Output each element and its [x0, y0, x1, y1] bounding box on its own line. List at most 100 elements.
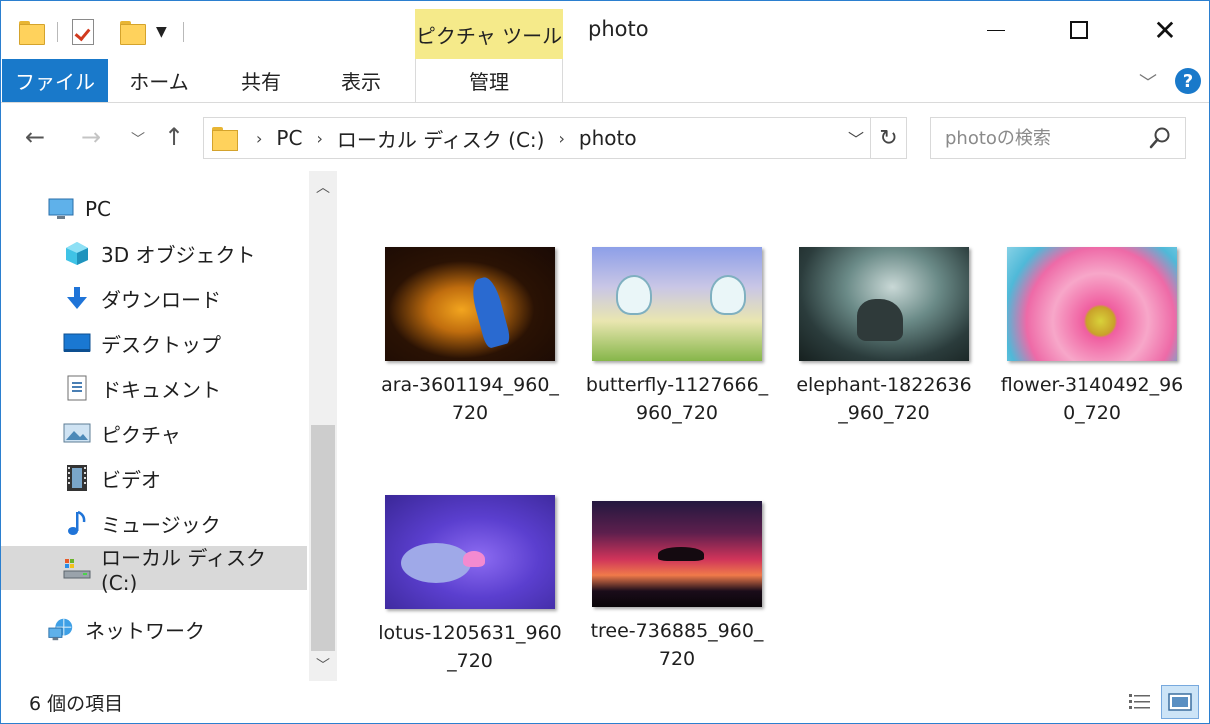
- breadcrumb-separator[interactable]: ›: [316, 129, 322, 148]
- sidebar-item-label: 3D オブジェクト: [101, 242, 256, 267]
- folder-icon: [19, 21, 45, 45]
- sidebar-item-label: ドキュメント: [101, 377, 221, 402]
- sidebar-item-label: PC: [85, 197, 112, 221]
- file-item[interactable]: ara-3601194_960_720: [370, 247, 570, 427]
- ribbon-tab-bar: ファイル ホーム 共有 表示 管理 ﹀ ?: [1, 59, 1209, 103]
- sidebar-item-label: ネットワーク: [85, 618, 205, 643]
- file-item[interactable]: flower-3140492_960_720: [992, 247, 1192, 427]
- parrot-thumbnail: [385, 247, 555, 361]
- toolbar-divider: [182, 22, 184, 42]
- minimize-button[interactable]: [966, 7, 1026, 53]
- sidebar-item-pc[interactable]: PC: [1, 187, 307, 231]
- file-item[interactable]: lotus-1205631_960_720: [370, 495, 570, 675]
- sidebar-item-label: デスクトップ: [101, 332, 221, 357]
- 3d-objects-icon: [63, 240, 91, 266]
- toolbar-divider: [57, 22, 58, 42]
- sidebar-item-pictures[interactable]: ピクチャ: [1, 411, 307, 455]
- sidebar-item-local-disk[interactable]: ローカル ディスク (C:): [1, 546, 307, 595]
- butterfly-thumbnail: [592, 247, 762, 361]
- search-box[interactable]: [930, 117, 1186, 159]
- title-bar: ▼ ピクチャ ツール photo ✕: [1, 1, 1209, 61]
- back-button[interactable]: ←: [25, 123, 45, 151]
- network-icon: [47, 616, 75, 642]
- maximize-icon: [1070, 21, 1088, 39]
- quick-access-toolbar: ▼: [19, 15, 198, 49]
- large-icons-view-button[interactable]: [1161, 685, 1199, 719]
- elephant-thumbnail: [799, 247, 969, 361]
- desktop-icon: [63, 330, 91, 356]
- close-button[interactable]: ✕: [1135, 7, 1195, 53]
- breadcrumb-local-disk[interactable]: ローカル ディスク (C:): [337, 124, 545, 153]
- videos-icon: [63, 465, 91, 491]
- sidebar-item-desktop[interactable]: デスクトップ: [1, 321, 307, 365]
- lotus-thumbnail: [385, 495, 555, 609]
- sidebar-item-videos[interactable]: ビデオ: [1, 456, 307, 500]
- customize-toolbar-icon[interactable]: ▼: [156, 24, 167, 40]
- up-button[interactable]: ↑: [164, 123, 184, 151]
- tab-manage[interactable]: 管理: [415, 59, 563, 102]
- breadcrumb-pc[interactable]: PC: [276, 126, 302, 150]
- breadcrumb-separator[interactable]: ›: [558, 129, 564, 148]
- sidebar-item-network[interactable]: ネットワーク: [1, 607, 307, 651]
- tab-view[interactable]: 表示: [313, 59, 409, 102]
- scrollbar-thumb[interactable]: [311, 425, 335, 651]
- tab-share[interactable]: 共有: [213, 59, 309, 102]
- tab-file[interactable]: ファイル: [2, 59, 108, 102]
- file-name: lotus-1205631_960_720: [378, 622, 562, 672]
- file-name: butterfly-1127666_960_720: [585, 374, 769, 424]
- sidebar-item-downloads[interactable]: ダウンロード: [1, 276, 307, 320]
- file-view: ara-3601194_960_720 butterfly-1127666_96…: [341, 171, 1207, 681]
- address-dropdown-icon[interactable]: ﹀: [848, 126, 864, 150]
- download-icon: [63, 285, 91, 311]
- file-item[interactable]: butterfly-1127666_960_720: [577, 247, 777, 427]
- tab-home[interactable]: ホーム: [111, 59, 207, 102]
- tree-thumbnail: [592, 501, 762, 607]
- sidebar-item-label: ミュージック: [101, 512, 221, 537]
- maximize-button[interactable]: [1049, 7, 1109, 53]
- forward-button[interactable]: →: [81, 123, 101, 151]
- navigation-pane: PC 3D オブジェクト ダウンロード デスクトップ ドキュメント ピクチャ ビ…: [1, 171, 309, 681]
- file-item[interactable]: tree-736885_960_720: [577, 501, 777, 673]
- sidebar-item-label: ローカル ディスク (C:): [101, 545, 266, 595]
- picture-tools-context-title: ピクチャ ツール: [415, 9, 563, 59]
- flower-thumbnail: [1007, 247, 1177, 361]
- local-disk-icon: [63, 555, 91, 581]
- new-folder-icon[interactable]: [120, 21, 146, 45]
- breadcrumb-photo[interactable]: photo: [579, 126, 637, 150]
- file-item[interactable]: elephant-1822636_960_720: [784, 247, 984, 427]
- minimize-icon: [987, 29, 1005, 31]
- navigation-pane-scrollbar[interactable]: ︿ ﹀: [309, 171, 337, 681]
- file-name: elephant-1822636_960_720: [796, 374, 972, 424]
- sidebar-item-music[interactable]: ミュージック: [1, 501, 307, 545]
- sidebar-item-label: ビデオ: [101, 467, 161, 492]
- window-title: photo: [588, 17, 649, 41]
- file-name: flower-3140492_960_720: [1000, 374, 1184, 424]
- breadcrumb-separator[interactable]: ›: [256, 129, 262, 148]
- file-name: ara-3601194_960_720: [381, 374, 559, 424]
- file-name: tree-736885_960_720: [590, 620, 764, 670]
- recent-locations-icon[interactable]: ﹀: [131, 129, 145, 149]
- sidebar-item-label: ダウンロード: [101, 287, 221, 312]
- large-icons-view-icon: [1168, 693, 1192, 711]
- status-bar: 6 個の項目: [1, 681, 1209, 723]
- help-icon[interactable]: ?: [1175, 68, 1201, 94]
- expand-ribbon-icon[interactable]: ﹀: [1139, 69, 1157, 95]
- scroll-down-icon[interactable]: ﹀: [309, 651, 337, 679]
- navigation-bar: ← → ﹀ ↑ › PC › ローカル ディスク (C:) › photo ﹀ …: [1, 105, 1209, 171]
- pc-icon: [47, 196, 75, 222]
- sidebar-item-label: ピクチャ: [101, 422, 181, 447]
- details-view-icon: [1129, 694, 1150, 709]
- pictures-icon: [63, 420, 91, 446]
- properties-icon[interactable]: [72, 19, 94, 45]
- folder-icon: [212, 127, 238, 151]
- sidebar-item-3d-objects[interactable]: 3D オブジェクト: [1, 231, 307, 275]
- sidebar-item-documents[interactable]: ドキュメント: [1, 366, 307, 410]
- documents-icon: [63, 375, 91, 401]
- search-icon[interactable]: [1149, 126, 1171, 150]
- item-count: 6 個の項目: [29, 693, 124, 715]
- scroll-up-icon[interactable]: ︿: [309, 173, 337, 201]
- address-bar[interactable]: › PC › ローカル ディスク (C:) › photo ﹀: [203, 117, 871, 159]
- refresh-button[interactable]: ↻: [871, 117, 907, 159]
- details-view-button[interactable]: [1125, 687, 1155, 717]
- search-input[interactable]: [931, 127, 1131, 149]
